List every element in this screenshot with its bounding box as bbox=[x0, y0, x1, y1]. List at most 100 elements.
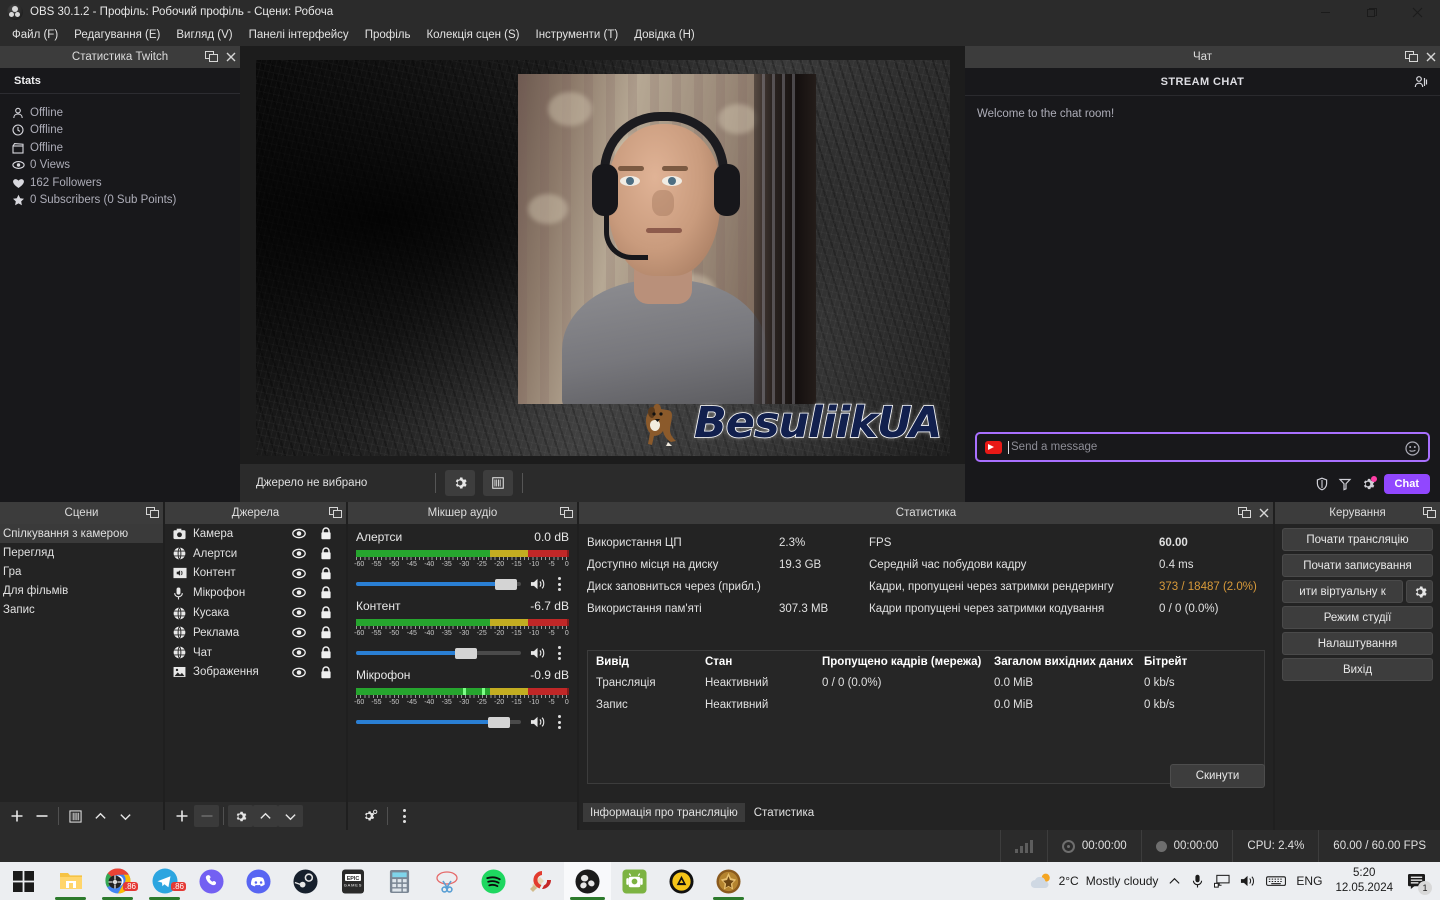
source-item[interactable]: Алертси bbox=[165, 544, 346, 564]
remove-source-minus-icon[interactable] bbox=[194, 805, 219, 827]
start-recording-button[interactable]: Почати записування bbox=[1282, 554, 1433, 577]
weather-widget[interactable]: 2°C Mostly cloudy bbox=[1024, 862, 1164, 900]
float-dock-icon[interactable] bbox=[560, 507, 573, 519]
add-scene-plus-icon[interactable] bbox=[4, 805, 29, 827]
calculator-icon[interactable] bbox=[376, 862, 423, 900]
lock-icon[interactable] bbox=[320, 606, 332, 622]
chevron-up-icon[interactable] bbox=[1163, 862, 1186, 900]
snipping-tool-icon[interactable] bbox=[423, 862, 470, 900]
float-dock-icon[interactable] bbox=[146, 507, 159, 519]
menu-item-scene-collection[interactable]: Колекція сцен (S) bbox=[418, 26, 527, 44]
kebab-menu-icon[interactable] bbox=[553, 646, 565, 660]
visibility-eye-icon[interactable] bbox=[292, 586, 306, 602]
start-virtual-camera-button[interactable]: ити віртуальну к bbox=[1282, 580, 1403, 603]
language-indicator[interactable]: ENG bbox=[1291, 862, 1327, 900]
smiley-icon[interactable] bbox=[1405, 441, 1420, 461]
notification-icon[interactable]: 1 bbox=[1401, 862, 1436, 900]
taskbar-clock[interactable]: 5:20 12.05.2024 bbox=[1327, 866, 1401, 896]
visibility-eye-icon[interactable] bbox=[292, 626, 306, 642]
ccleaner-icon[interactable] bbox=[517, 862, 564, 900]
exit-button[interactable]: Вихід bbox=[1282, 658, 1433, 681]
tab-stream-info[interactable]: Інформація про трансляцію bbox=[583, 803, 745, 822]
source-item[interactable]: Зображення bbox=[165, 663, 346, 683]
shield-icon[interactable] bbox=[1315, 477, 1329, 491]
menu-item-profile[interactable]: Профіль bbox=[357, 26, 419, 44]
reset-stats-button[interactable]: Скинути bbox=[1170, 764, 1265, 788]
kebab-menu-icon[interactable] bbox=[553, 715, 565, 729]
chrome-icon[interactable]: .86 bbox=[94, 862, 141, 900]
gear-icon[interactable] bbox=[1361, 476, 1377, 491]
remove-scene-minus-icon[interactable] bbox=[29, 805, 54, 827]
float-dock-icon[interactable] bbox=[329, 507, 342, 519]
bits-icon[interactable] bbox=[1338, 477, 1352, 491]
add-source-plus-icon[interactable] bbox=[169, 805, 194, 827]
source-item[interactable]: Камера bbox=[165, 524, 346, 544]
source-item[interactable]: Кусака bbox=[165, 603, 346, 623]
advanced-audio-icon[interactable] bbox=[358, 805, 383, 827]
speaker-icon[interactable] bbox=[1235, 862, 1261, 900]
scene-item[interactable]: Гра bbox=[0, 562, 163, 581]
source-filters-icon[interactable] bbox=[483, 470, 514, 496]
move-scene-up-chevron-up-icon[interactable] bbox=[88, 805, 113, 827]
scene-item[interactable]: Перегляд bbox=[0, 543, 163, 562]
volume-slider[interactable] bbox=[356, 577, 521, 591]
visibility-eye-icon[interactable] bbox=[292, 666, 306, 682]
visibility-eye-icon[interactable] bbox=[292, 547, 306, 563]
preview-canvas[interactable]: BesuliikUA bbox=[256, 60, 950, 456]
move-scene-down-chevron-down-icon[interactable] bbox=[113, 805, 138, 827]
network-icon[interactable] bbox=[1209, 862, 1235, 900]
source-properties-gear-icon[interactable] bbox=[445, 470, 476, 496]
float-dock-icon[interactable] bbox=[1405, 51, 1418, 63]
move-source-down-chevron-down-icon[interactable] bbox=[278, 805, 303, 827]
keyboard-icon[interactable] bbox=[1261, 862, 1291, 900]
visibility-eye-icon[interactable] bbox=[292, 646, 306, 662]
visibility-eye-icon[interactable] bbox=[292, 606, 306, 622]
float-dock-icon[interactable] bbox=[1423, 507, 1436, 519]
float-dock-icon[interactable] bbox=[1238, 507, 1251, 519]
users-icon[interactable] bbox=[1414, 75, 1428, 94]
float-dock-icon[interactable] bbox=[205, 51, 218, 63]
steam-icon[interactable] bbox=[282, 862, 329, 900]
mute-speaker-icon[interactable] bbox=[530, 646, 546, 660]
aimp-icon[interactable] bbox=[658, 862, 705, 900]
scene-item[interactable]: Для фільмів bbox=[0, 581, 163, 600]
move-source-up-chevron-up-icon[interactable] bbox=[253, 805, 278, 827]
close-dock-icon[interactable] bbox=[226, 52, 236, 62]
source-properties-gear-icon[interactable] bbox=[228, 805, 253, 827]
visibility-eye-icon[interactable] bbox=[292, 567, 306, 583]
lock-icon[interactable] bbox=[320, 586, 332, 602]
maximize-icon[interactable] bbox=[1348, 0, 1394, 24]
start-streaming-button[interactable]: Почати трансляцію bbox=[1282, 528, 1433, 551]
send-chat-button[interactable]: Chat bbox=[1383, 474, 1430, 494]
telegram-icon[interactable]: .86 bbox=[141, 862, 188, 900]
menu-item-docks[interactable]: Панелі інтерфейсу bbox=[241, 26, 357, 44]
close-icon[interactable] bbox=[1394, 0, 1440, 24]
game-icon[interactable] bbox=[705, 862, 752, 900]
volume-slider[interactable] bbox=[356, 715, 521, 729]
virtual-camera-gear-icon[interactable] bbox=[1406, 580, 1433, 603]
kebab-menu-icon[interactable] bbox=[392, 805, 417, 827]
chat-input[interactable]: Send a message bbox=[975, 432, 1430, 462]
source-item[interactable]: Мікрофон bbox=[165, 583, 346, 603]
visibility-eye-icon[interactable] bbox=[292, 527, 306, 543]
android-tool-icon[interactable] bbox=[611, 862, 658, 900]
close-dock-icon[interactable] bbox=[1426, 52, 1436, 62]
lock-icon[interactable] bbox=[320, 646, 332, 662]
volume-slider[interactable] bbox=[356, 646, 521, 660]
scene-transition-icon[interactable] bbox=[63, 805, 88, 827]
microphone-icon[interactable] bbox=[1186, 862, 1209, 900]
discord-icon[interactable] bbox=[235, 862, 282, 900]
settings-button[interactable]: Налаштування bbox=[1282, 632, 1433, 655]
source-item[interactable]: Реклама bbox=[165, 623, 346, 643]
spotify-icon[interactable] bbox=[470, 862, 517, 900]
studio-mode-button[interactable]: Режим студії bbox=[1282, 606, 1433, 629]
mute-speaker-icon[interactable] bbox=[530, 715, 546, 729]
lock-icon[interactable] bbox=[320, 527, 332, 543]
epic-games-icon[interactable]: EPIC GAMES bbox=[329, 862, 376, 900]
scene-item[interactable]: Спілкування з камерою bbox=[0, 524, 163, 543]
lock-icon[interactable] bbox=[320, 665, 332, 682]
minimize-icon[interactable] bbox=[1302, 0, 1348, 24]
menu-item-file[interactable]: Файл (F) bbox=[4, 26, 66, 44]
lock-icon[interactable] bbox=[320, 547, 332, 563]
lock-icon[interactable] bbox=[320, 566, 332, 583]
